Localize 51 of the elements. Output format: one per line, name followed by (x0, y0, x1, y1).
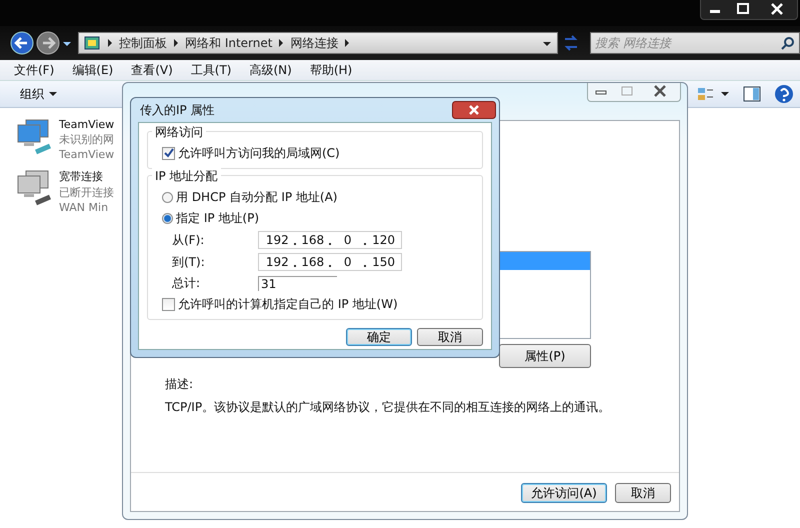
back-icon[interactable] (10, 31, 34, 55)
total-field: 31 (258, 276, 337, 291)
field-label: 到(T): (172, 254, 206, 270)
connection-status: 未识别的网 (59, 132, 114, 147)
menu-item[interactable]: 高级(N) (250, 62, 292, 78)
field-label: 总计: (172, 275, 202, 292)
menu-item[interactable]: 编辑(E) (72, 62, 114, 78)
cancel-button[interactable]: 取消 (417, 328, 483, 346)
menu-item[interactable]: 查看(V) (131, 62, 173, 78)
close-icon[interactable] (452, 101, 496, 119)
breadcrumb-item[interactable]: 网络连接 (290, 34, 338, 52)
device-name: WAN Min (59, 201, 110, 214)
group-title: 网络访问 (152, 124, 206, 141)
properties-button[interactable]: 属性(P) (499, 344, 591, 368)
radio-button[interactable] (162, 192, 173, 203)
connection-status: 已断开连接 (59, 185, 114, 200)
checkbox-label: 允许呼叫的计算机指定自己的 IP 地址(W) (178, 296, 398, 313)
ip-address-field[interactable]: 192 168 0 120 (258, 231, 402, 249)
help-icon[interactable] (774, 84, 794, 104)
description-label: 描述: (165, 376, 194, 393)
search-placeholder: 搜索 网络连接 (595, 34, 673, 52)
address-bar[interactable]: 控制面板 网络和 Internet 网络连接 (78, 32, 558, 54)
checkbox[interactable] (162, 147, 175, 160)
search-icon[interactable] (781, 36, 795, 50)
forward-icon[interactable] (36, 31, 60, 55)
radio-button[interactable] (162, 213, 173, 224)
menu-item[interactable]: 帮助(H) (310, 62, 352, 78)
connection-name[interactable]: TeamView (59, 118, 114, 131)
connection-name[interactable]: 宽带连接 (59, 169, 114, 184)
organize-button[interactable]: 组织 (14, 84, 64, 104)
menu-item[interactable]: 工具(T) (190, 62, 232, 78)
device-name: TeamView (59, 148, 114, 161)
control-panel-icon (83, 34, 101, 52)
group-title: IP 地址分配 (152, 168, 221, 185)
view-options-icon[interactable] (696, 85, 730, 103)
ok-button[interactable]: 确定 (346, 328, 412, 346)
radio-label: 用 DHCP 自动分配 IP 地址(A) (176, 189, 338, 206)
checkbox-label: 允许呼叫方访问我的局域网(C) (178, 145, 340, 162)
cancel-button[interactable]: 取消 (615, 483, 671, 503)
breadcrumb-item[interactable]: 控制面板 (119, 34, 167, 52)
caret-icon (48, 89, 58, 99)
breadcrumb-item[interactable]: 网络和 Internet (185, 34, 272, 52)
preview-pane-icon[interactable] (742, 85, 762, 103)
allow-access-button[interactable]: 允许访问(A) (521, 483, 607, 503)
menu-item[interactable]: 文件(F) (14, 62, 54, 78)
checkbox[interactable] (162, 298, 175, 311)
field-label: 从(F): (172, 232, 206, 248)
radio-label: 指定 IP 地址(P) (176, 210, 260, 227)
dialog-title: 传入的IP 属性 (139, 102, 215, 118)
description-text: TCP/IP。该协议是默认的广域网络协议，它提供在不同的相互连接的网络上的通讯。 (165, 399, 612, 416)
ip-address-field[interactable]: 192 168 0 150 (258, 253, 402, 271)
